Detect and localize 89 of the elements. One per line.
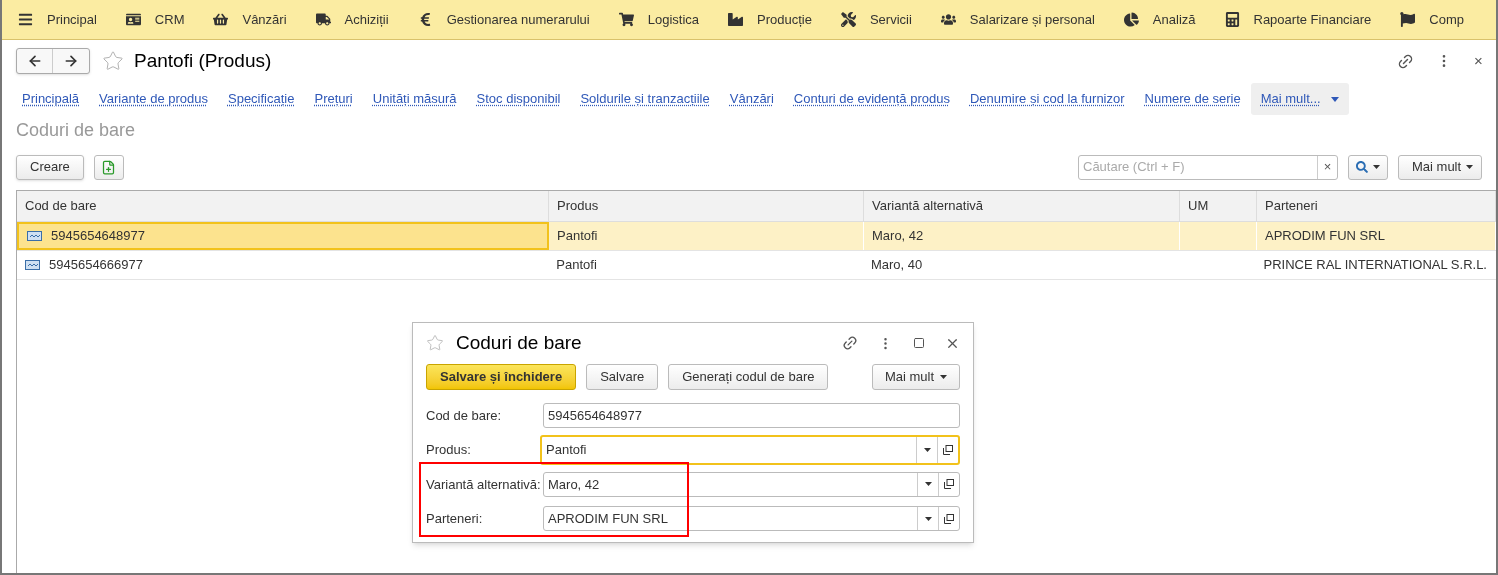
caret-icon [924, 482, 932, 487]
column-header[interactable]: Variantă alternativă [864, 191, 1180, 221]
people-icon [940, 12, 956, 27]
field-label: Produs: [426, 441, 472, 459]
cart-icon [618, 12, 634, 27]
section-link[interactable]: Unități măsură [362, 89, 467, 109]
flag-icon [1400, 12, 1416, 27]
favorite-star-icon[interactable] [102, 50, 124, 72]
menu-item[interactable]: Analiză [1123, 9, 1196, 30]
section-link[interactable]: Soldurile și tranzacțiile [570, 89, 720, 109]
dialog-button[interactable]: Generați codul de bare [668, 363, 829, 390]
menu-item[interactable]: Logistica [618, 9, 699, 30]
pie-chart-icon [1123, 12, 1139, 27]
caret-icon [940, 374, 947, 379]
truck-icon [315, 12, 331, 27]
field-label: Parteneri: [426, 510, 484, 528]
open-window-icon [943, 444, 953, 455]
form-title: Pantofi (Produs) [134, 48, 272, 73]
section-link[interactable]: Variante de produs [89, 89, 218, 109]
save-and-close-button[interactable]: Salvare și închidere [426, 363, 577, 390]
dropdown-field[interactable]: APRODIM FUN SRL [543, 506, 960, 532]
caret-icon [1373, 165, 1380, 169]
table-cell: 5945654666977 [17, 251, 549, 279]
open-window-icon [944, 513, 954, 524]
create-button[interactable]: Creare [16, 154, 84, 180]
more-links-button[interactable]: Mai mult... [1250, 83, 1349, 115]
dropdown-field[interactable]: Maro, 42 [543, 471, 960, 497]
table-cell: Pantofi [548, 251, 863, 279]
caret-icon [923, 447, 931, 452]
menu-icon [18, 12, 33, 27]
calculator-icon [1224, 12, 1240, 27]
favorite-star-icon[interactable] [426, 334, 444, 352]
factory-icon [728, 12, 743, 27]
menu-item[interactable]: Achiziții [315, 9, 389, 30]
more-button[interactable]: Mai mult [1398, 154, 1482, 180]
table-cell: PRINCE RAL INTERNATIONAL S.R.L. [1255, 251, 1496, 279]
field-label: Variantă alternativă: [426, 475, 542, 494]
menu-item[interactable]: Gestionarea numerarului [417, 9, 590, 30]
section-link[interactable]: Prețuri [304, 89, 363, 109]
menu-item[interactable]: CRM [125, 9, 185, 30]
menu-item[interactable]: Producție [728, 9, 812, 30]
section-link[interactable]: Denumire și cod la furnizor [959, 89, 1135, 109]
menu-item[interactable]: Principal [18, 9, 97, 30]
add-document-button[interactable] [93, 154, 124, 180]
table-row[interactable]: 5945654648977 Pantofi Maro, 42 APRODIM FUN SRL [17, 222, 1496, 251]
basket-icon [213, 12, 229, 27]
column-header[interactable]: UM [1180, 191, 1257, 221]
section-title: Coduri de bare [15, 119, 137, 142]
menu-item[interactable]: Servicii [840, 9, 912, 30]
search-field[interactable]: Căutare (Ctrl + F) × [1078, 154, 1338, 180]
right-arrow-icon [63, 53, 79, 69]
clear-search-button[interactable]: × [1317, 155, 1337, 179]
caret-icon [1330, 96, 1339, 102]
menu-item[interactable]: Salarizare și personal [940, 9, 1095, 30]
column-header[interactable]: Parteneri [1257, 191, 1496, 221]
table-cell: 5945654648977 [17, 222, 549, 250]
column-header[interactable]: Cod de bare [17, 191, 549, 221]
table-cell: Maro, 40 [863, 251, 1179, 279]
section-link[interactable]: Principală [12, 89, 90, 109]
section-link[interactable]: Specificație [218, 89, 305, 109]
input-field[interactable]: 5945654648977 [543, 402, 960, 428]
close-button[interactable]: × [1474, 49, 1482, 73]
barcode-icon [27, 231, 42, 241]
section-link[interactable]: Numere de serie [1134, 89, 1251, 109]
maximize-icon[interactable] [913, 337, 925, 349]
search-icon [1356, 161, 1368, 173]
search-button[interactable] [1348, 154, 1388, 180]
barcode-icon [25, 260, 40, 270]
field-label: Cod de bare: [426, 406, 503, 425]
menu-item[interactable]: Vânzări [213, 9, 287, 30]
column-header[interactable]: Produs [549, 191, 864, 221]
section-link[interactable]: Vânzări [719, 89, 784, 109]
table-cell: Maro, 42 [864, 222, 1180, 250]
table-cell: APRODIM FUN SRL [1257, 222, 1496, 250]
tools-icon [840, 12, 856, 27]
menu-item[interactable]: Comp [1400, 9, 1464, 30]
id-card-icon [125, 12, 141, 27]
table-cell: Pantofi [549, 222, 864, 250]
add-file-icon [101, 159, 117, 175]
caret-icon [924, 516, 932, 521]
section-link[interactable]: Stoc disponibil [466, 89, 571, 109]
section-link[interactable]: Conturi de evidență produs [783, 89, 960, 109]
more-button[interactable]: Mai mult [871, 363, 960, 390]
caret-icon [1466, 165, 1474, 169]
dropdown-field[interactable]: Pantofi [540, 434, 960, 465]
dialog-button[interactable]: Salvare [586, 363, 659, 390]
menu-item[interactable]: Rapoarte Financiare [1224, 9, 1372, 30]
dialog-title: Coduri de bare [456, 330, 582, 355]
open-window-icon [944, 479, 954, 490]
